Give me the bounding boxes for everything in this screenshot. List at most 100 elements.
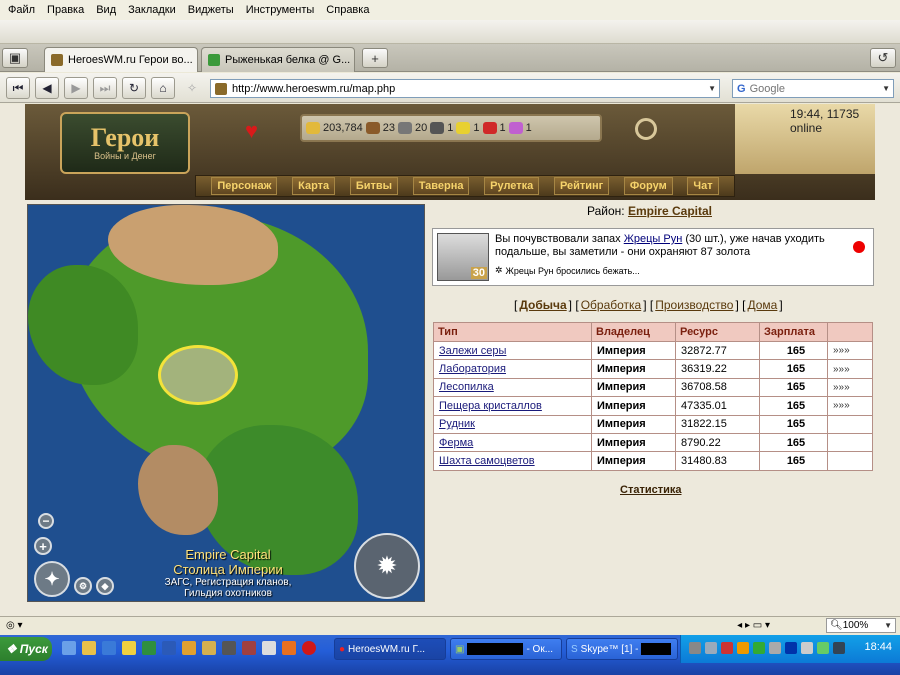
resource-cell: 32872.77 <box>675 340 760 361</box>
tray-icon[interactable] <box>721 642 733 654</box>
capital-highlight[interactable] <box>158 345 238 405</box>
start-button[interactable]: ❖ Пуск <box>0 637 52 661</box>
nav-map[interactable]: Карта <box>292 177 336 195</box>
rune-priests-link[interactable]: Жрецы Рун <box>624 233 683 245</box>
district-link[interactable]: Empire Capital <box>628 204 712 218</box>
nav-rating[interactable]: Рейтинг <box>553 177 610 195</box>
quick-launch-icon[interactable] <box>242 641 256 655</box>
tab-mining[interactable]: Добыча <box>519 298 566 312</box>
address-bar[interactable]: ▼ <box>210 79 720 98</box>
quick-launch-icon[interactable] <box>262 641 276 655</box>
tab-heroeswm[interactable]: HeroesWM.ru Герои во... ✕ <box>44 47 198 72</box>
nav-roulette[interactable]: Рулетка <box>484 177 540 195</box>
chevron-down-icon[interactable]: ▼ <box>882 84 893 93</box>
skype-icon: S <box>571 643 578 655</box>
menu-widgets[interactable]: Виджеты <box>186 4 244 16</box>
tab-production[interactable]: Производство <box>655 298 733 312</box>
quick-launch-icon[interactable] <box>62 641 76 655</box>
compass-icon[interactable]: ✦ <box>34 561 70 597</box>
facility-link[interactable]: Шахта самоцветов <box>439 455 535 467</box>
quick-launch-icon[interactable] <box>82 641 96 655</box>
quick-launch-icon[interactable] <box>182 641 196 655</box>
facility-link[interactable]: Залежи серы <box>439 345 506 357</box>
map-layers-icon[interactable]: ◆ <box>96 577 114 595</box>
forward-icon[interactable]: ▶ <box>64 77 88 99</box>
chevron-down-icon[interactable]: ▼ <box>884 621 895 630</box>
direction-pad-icon[interactable]: ✹ <box>354 533 420 599</box>
opera-icon[interactable] <box>302 641 316 655</box>
world-map[interactable]: − + ✦ ⚙ ◆ ✹ Empire Capital Столица Импер… <box>27 204 425 602</box>
panels-toggle-icon[interactable]: ▣ <box>2 48 28 68</box>
tray-icon[interactable] <box>817 642 829 654</box>
taskbar-window[interactable]: ▣ - Ок... <box>450 638 562 660</box>
zoom-in-icon[interactable]: + <box>34 537 52 555</box>
facility-link[interactable]: Лаборатория <box>439 363 506 375</box>
taskbar-opera[interactable]: ● HeroesWM.ru Г... <box>334 638 446 660</box>
more-link[interactable]: »»» <box>827 359 873 379</box>
nav-forum[interactable]: Форум <box>623 177 673 195</box>
statistics-link[interactable]: Статистика <box>620 484 682 496</box>
quick-launch-icon[interactable] <box>102 641 116 655</box>
more-link[interactable]: »»» <box>827 396 873 416</box>
search-input[interactable] <box>749 82 879 95</box>
game-logo[interactable]: Герои Войны и Денег <box>60 112 190 174</box>
facility-link[interactable]: Рудник <box>439 418 475 430</box>
quick-launch-icon[interactable] <box>122 641 136 655</box>
redacted-block <box>641 643 672 655</box>
opera-status-icon[interactable]: ◎ ▾ <box>6 620 23 631</box>
more-link[interactable]: »»» <box>827 377 873 398</box>
search-box[interactable]: G ▼ <box>732 79 894 98</box>
new-tab-icon[interactable]: + <box>362 48 388 68</box>
home-icon[interactable]: ⌂ <box>151 77 175 99</box>
firefox-icon[interactable] <box>282 641 296 655</box>
word-icon[interactable] <box>162 641 176 655</box>
reload-icon[interactable]: ↻ <box>122 77 146 99</box>
excel-icon[interactable] <box>142 641 156 655</box>
nav-battles[interactable]: Битвы <box>349 177 399 195</box>
taskbar-label: Skype™ [1] - <box>580 643 639 655</box>
zoom-out-icon[interactable]: − <box>38 513 54 529</box>
tray-icon[interactable] <box>753 642 765 654</box>
tray-icon[interactable] <box>737 642 749 654</box>
tray-icon[interactable] <box>705 642 717 654</box>
tray-icon[interactable] <box>833 642 845 654</box>
chevron-down-icon[interactable]: ▼ <box>708 84 719 93</box>
menu-tools[interactable]: Инструменты <box>244 4 325 16</box>
fast-forward-icon[interactable]: ⏭ <box>93 77 117 99</box>
nav-character[interactable]: Персонаж <box>211 177 278 195</box>
more-link[interactable]: »»» <box>827 340 873 361</box>
volume-icon[interactable] <box>801 642 813 654</box>
tray-icon[interactable] <box>689 642 701 654</box>
facility-link[interactable]: Ферма <box>439 437 473 449</box>
nav-chat[interactable]: Чат <box>687 177 719 195</box>
alert-dot-icon[interactable] <box>853 241 865 253</box>
menu-edit[interactable]: Правка <box>45 4 94 16</box>
tray-icon[interactable] <box>769 642 781 654</box>
taskbar-skype[interactable]: S Skype™ [1] - <box>566 638 678 660</box>
quick-launch-icon[interactable] <box>202 641 216 655</box>
view-icons[interactable]: ◂ ▸ ▭ ▾ <box>737 620 770 631</box>
zoom-control[interactable]: 🔍︎ 100% ▼ <box>826 618 896 633</box>
rewind-icon[interactable]: ⏮ <box>6 77 30 99</box>
menu-file[interactable]: Файл <box>6 4 45 16</box>
statistics: Статистика <box>620 484 682 496</box>
tab-title: Рыженькая белка @ G... <box>225 54 351 66</box>
language-icon[interactable] <box>785 642 797 654</box>
tab-houses[interactable]: Дома <box>748 298 778 312</box>
facility-link[interactable]: Пещера кристаллов <box>439 400 542 412</box>
wand-icon[interactable]: ✧ <box>180 77 204 99</box>
tab-belka[interactable]: Рыженькая белка @ G... ✕ <box>201 47 355 72</box>
tab-processing[interactable]: Обработка <box>581 298 642 312</box>
ring-icon[interactable] <box>635 118 657 140</box>
salary-cell: 165 <box>759 414 828 434</box>
url-input[interactable] <box>232 82 704 95</box>
facility-link[interactable]: Лесопилка <box>439 381 494 393</box>
menu-bookmarks[interactable]: Закладки <box>126 4 186 16</box>
map-settings-icon[interactable]: ⚙ <box>74 577 92 595</box>
quick-launch-icon[interactable] <box>222 641 236 655</box>
menu-help[interactable]: Справка <box>324 4 379 16</box>
closed-tabs-icon[interactable]: ↺ <box>870 48 896 68</box>
menu-view[interactable]: Вид <box>94 4 126 16</box>
nav-tavern[interactable]: Таверна <box>412 177 470 195</box>
back-icon[interactable]: ◀ <box>35 77 59 99</box>
